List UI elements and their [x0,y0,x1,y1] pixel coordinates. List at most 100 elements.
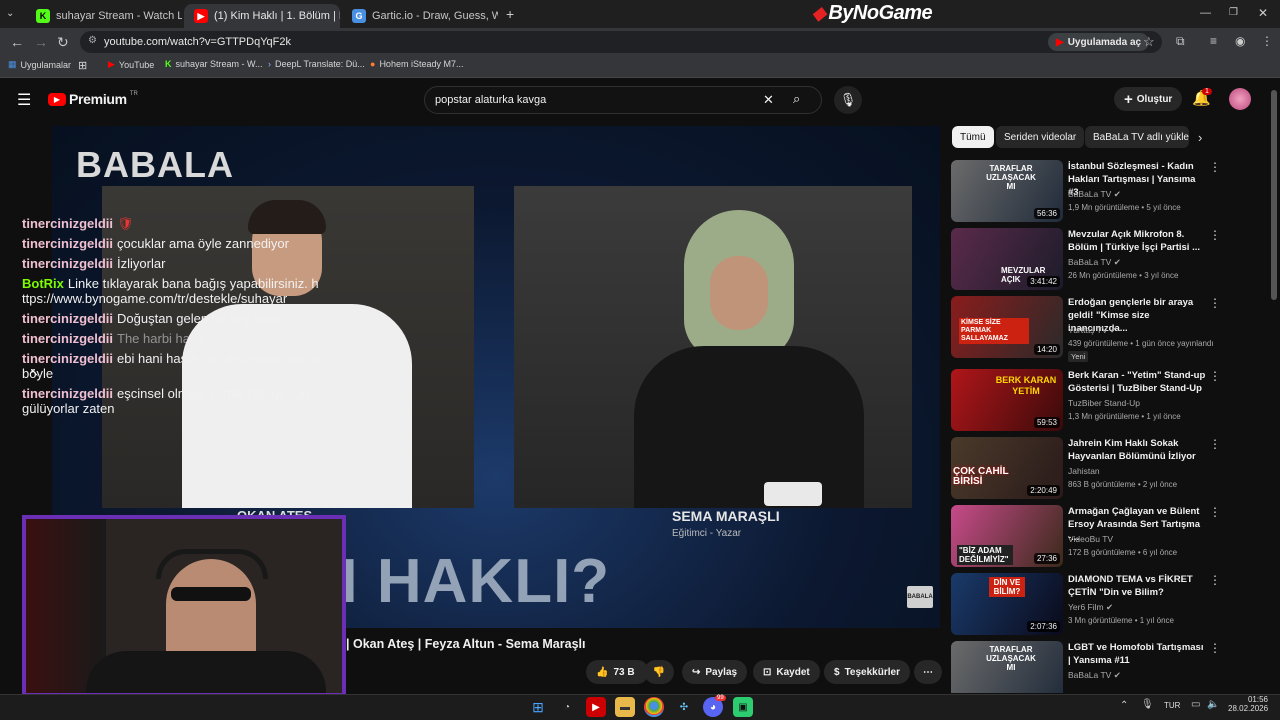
forward-button[interactable]: → [34,34,48,50]
channel-name[interactable]: VideoBu TV [1068,534,1113,544]
tab-search-icon[interactable]: ⌄ [6,8,14,19]
file-explorer-icon[interactable]: ▬ [615,697,635,717]
clear-search-icon[interactable]: ✕ [763,92,774,108]
bookmark-kick[interactable]: K suhayar Stream - W... [165,59,263,69]
video-thumbnail[interactable]: BERK KARAN YETİM 59:53 [951,369,1063,431]
recommendation-title[interactable]: Berk Karan - "Yetim" Stand-up Gösterisi … [1068,369,1208,395]
window-close-button[interactable]: ✕ [1258,6,1268,20]
upload-age: 2 yıl önce [1142,480,1178,489]
avatar[interactable] [1229,88,1251,110]
mic-icon[interactable]: 🎙 [834,86,862,114]
display-icon[interactable]: ▭ [1191,699,1200,710]
more-options-icon[interactable]: ⋮ [1209,505,1221,519]
video-thumbnail[interactable]: TARAFLAR UZLAŞACAK MI 56:36 [951,160,1063,222]
recommendation-title[interactable]: Jahrein Kim Haklı Sokak Hayvanları Bölüm… [1068,437,1208,463]
recommendation-item[interactable]: TARAFLAR UZLAŞACAK MI 56:36 İstanbul Söz… [951,160,1263,224]
restore-button[interactable]: ❐ [1229,7,1238,18]
menu-icon[interactable]: ⋮ [1261,34,1273,48]
address-bar[interactable]: ⚙ youtube.com/watch?v=GTTPDqYqF2k [80,31,1162,53]
save-button[interactable]: ⊡ Kaydet [753,660,820,684]
minimize-button[interactable]: — [1200,7,1211,19]
recommendation-item[interactable]: ÇOK CAHİL BİRİSİ 2:20:49 Jahrein Kim Hak… [951,437,1263,501]
like-button[interactable]: 👍 73 B [586,660,649,684]
search-input[interactable]: popstar alaturka kavga ✕ ⌕ [424,86,822,114]
more-options-icon[interactable]: ⋮ [1209,641,1221,655]
channel-name[interactable]: Jahistan [1068,466,1100,476]
recommendation-item[interactable]: DİN VE BİLİM? 2:07:36 DIAMOND TEMA vs Fİ… [951,573,1263,637]
youtube-app-icon[interactable]: ▶ [586,697,606,717]
save-label: Kaydet [776,666,810,678]
volume-icon[interactable]: 🔈 [1207,699,1219,710]
recommendation-item[interactable]: "BİZ ADAM DEĞİLMİYİZ" 27:36 Armağan Çağl… [951,505,1263,569]
channel-name[interactable]: BaBaLa TV ✔ [1068,189,1121,200]
windows-start-icon[interactable]: ⊞ [528,697,548,717]
chip-all[interactable]: Tümü [952,126,994,148]
new-tab-button[interactable]: + [506,6,514,22]
network-app-icon[interactable]: ✣ [674,697,694,717]
recommendation-title[interactable]: DIAMOND TEMA vs FİKRET ÇETİN "Din ve Bil… [1068,573,1208,599]
video-thumbnail[interactable]: TARAFLAR UZLAŞACAK MI [951,641,1063,693]
dislike-button[interactable]: 👎 [644,660,674,684]
back-button[interactable]: ← [10,34,24,50]
channel-name[interactable]: Yurttaş TV ✔ [1068,325,1117,336]
speedometer-icon[interactable]: ◔ [557,697,577,717]
bookmark-deepl[interactable]: › DeepL Translate: Dü... [268,59,365,69]
more-options-icon[interactable]: ⋮ [1209,160,1221,174]
extensions-icon[interactable]: ⧉ [1176,34,1185,49]
bookmark-apps[interactable]: ▦ Uygulamalar [8,59,71,70]
bookmark-youtube[interactable]: ▶ YouTube [108,59,154,70]
more-actions-button[interactable]: ⋯ [914,660,942,684]
hamburger-icon[interactable]: ☰ [17,90,31,110]
grid-icon[interactable]: ⊞ [78,59,87,72]
page-scrollbar[interactable] [1271,90,1277,300]
youtube-logo[interactable]: ▶ Premium TR [48,91,138,107]
share-button[interactable]: ↪ Paylaş [682,660,748,684]
chevron-up-icon[interactable]: ⌃ [1120,700,1128,711]
chip-channel[interactable]: BaBaLa TV adlı yükle [1085,126,1189,148]
more-options-icon[interactable]: ⋮ [1209,228,1221,242]
recommendation-item[interactable]: BERK KARAN YETİM 59:53 Berk Karan - "Yet… [951,369,1263,433]
recommendation-item[interactable]: MEVZULAR AÇIK 3:41:42 Mevzular Açık Mikr… [951,228,1263,292]
video-thumbnail[interactable]: MEVZULAR AÇIK 3:41:42 [951,228,1063,290]
recommendation-item[interactable]: TARAFLAR UZLAŞACAK MI LGBT ve Homofobi T… [951,641,1263,693]
bynogame-logo: ◆ ByNoGame [812,2,933,25]
create-button[interactable]: + Oluştur [1114,87,1183,111]
video-thumbnail[interactable]: DİN VE BİLİM? 2:07:36 [951,573,1063,635]
search-icon[interactable]: ⌕ [793,91,800,107]
more-options-icon[interactable]: ⋮ [1209,369,1221,383]
channel-name[interactable]: BaBaLa TV ✔ [1068,257,1121,268]
chip-series[interactable]: Seriden videolar [996,126,1085,148]
recommendation-item[interactable]: KİMSE SİZE PARMAK SALLAYAMAZ 14:20 Erdoğ… [951,296,1263,366]
channel-name[interactable]: TuzBiber Stand-Up [1068,398,1140,408]
profile-icon[interactable]: ◉ [1235,34,1245,48]
more-options-icon[interactable]: ⋮ [1209,296,1221,310]
bookmark-star-icon[interactable]: ☆ [1143,34,1155,50]
video-thumbnail[interactable]: "BİZ ADAM DEĞİLMİYİZ" 27:36 [951,505,1063,567]
tab-kick[interactable]: K suhayar Stream - Watch Live o ✕ [26,4,182,28]
language-indicator[interactable]: TUR [1164,701,1180,710]
media-icon[interactable]: ≡ [1210,34,1217,48]
mic-tray-icon[interactable]: 🎙 [1141,699,1154,710]
reload-button[interactable]: ↻ [57,34,69,51]
app-icon[interactable]: ▣ [733,697,753,717]
recommendation-title[interactable]: Mevzular Açık Mikrofon 8. Bölüm | Türkiy… [1068,228,1208,254]
more-options-icon[interactable]: ⋮ [1209,573,1221,587]
chat-message: tinercinizgeldii çocuklar ama öyle zanned… [22,236,322,251]
tab-youtube[interactable]: ▶ (1) Kim Haklı | 1. Bölüm | Femin ✕ [184,4,340,28]
channel-name[interactable]: BaBaLa TV ✔ [1068,670,1121,681]
video-thumbnail[interactable]: ÇOK CAHİL BİRİSİ 2:20:49 [951,437,1063,499]
chrome-icon[interactable] [644,697,664,717]
video-thumbnail[interactable]: KİMSE SİZE PARMAK SALLAYAMAZ 14:20 [951,296,1063,358]
thanks-button[interactable]: $ Teşekkürler [824,660,910,684]
tab-gartic[interactable]: G Gartic.io - Draw, Guess, WIN ✕ [342,4,498,28]
recommendation-title[interactable]: LGBT ve Homofobi Tartışması | Yansıma #1… [1068,641,1208,667]
more-options-icon[interactable]: ⋮ [1209,437,1221,451]
channel-name[interactable]: Yer6 Film ✔ [1068,602,1113,613]
channel-label: Yer6 Film [1068,602,1104,612]
bookmark-hohem[interactable]: ● Hohem iSteady M7... [370,59,463,69]
open-in-app-button[interactable]: ▶ Uygulamada aç [1048,33,1150,51]
site-info-icon[interactable]: ⚙ [88,35,97,46]
chevron-right-icon[interactable]: › [1198,130,1202,145]
clock[interactable]: 01:56 28.02.2026 [1228,695,1268,713]
view-count: 3 Mn görüntüleme [1068,616,1133,625]
